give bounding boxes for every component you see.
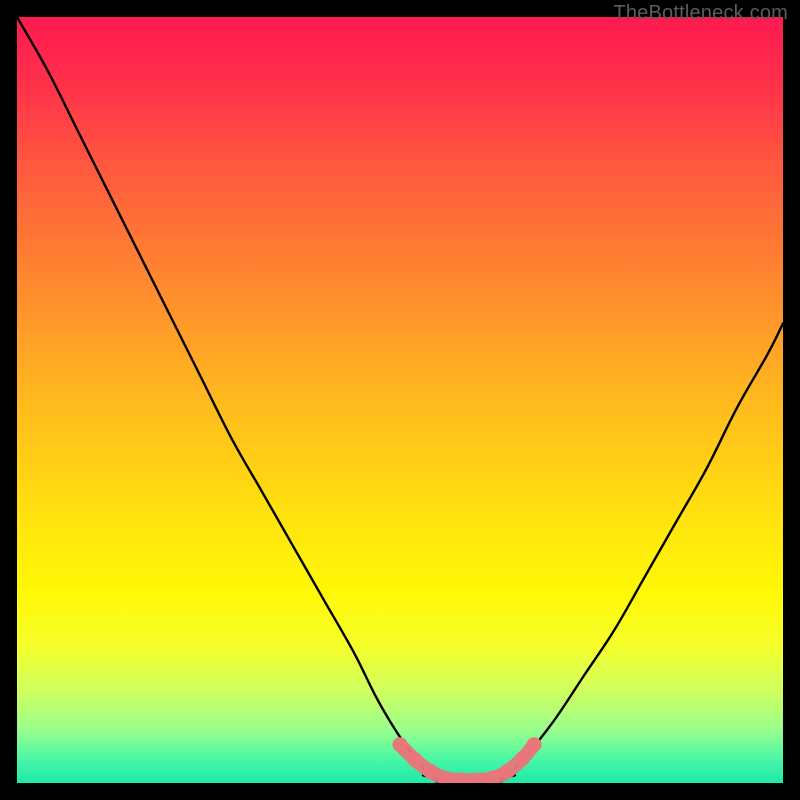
highlight-dot xyxy=(500,764,515,779)
highlight-dot xyxy=(423,764,438,779)
highlight-dot xyxy=(527,737,542,752)
chart-frame: TheBottleneck.com xyxy=(0,0,800,800)
plot-area xyxy=(17,17,783,783)
gradient-background xyxy=(17,17,783,783)
chart-svg xyxy=(17,17,783,783)
highlight-dot xyxy=(515,751,530,766)
watermark-text: TheBottleneck.com xyxy=(613,2,788,25)
highlight-dot xyxy=(408,753,423,768)
highlight-dot xyxy=(393,737,408,752)
